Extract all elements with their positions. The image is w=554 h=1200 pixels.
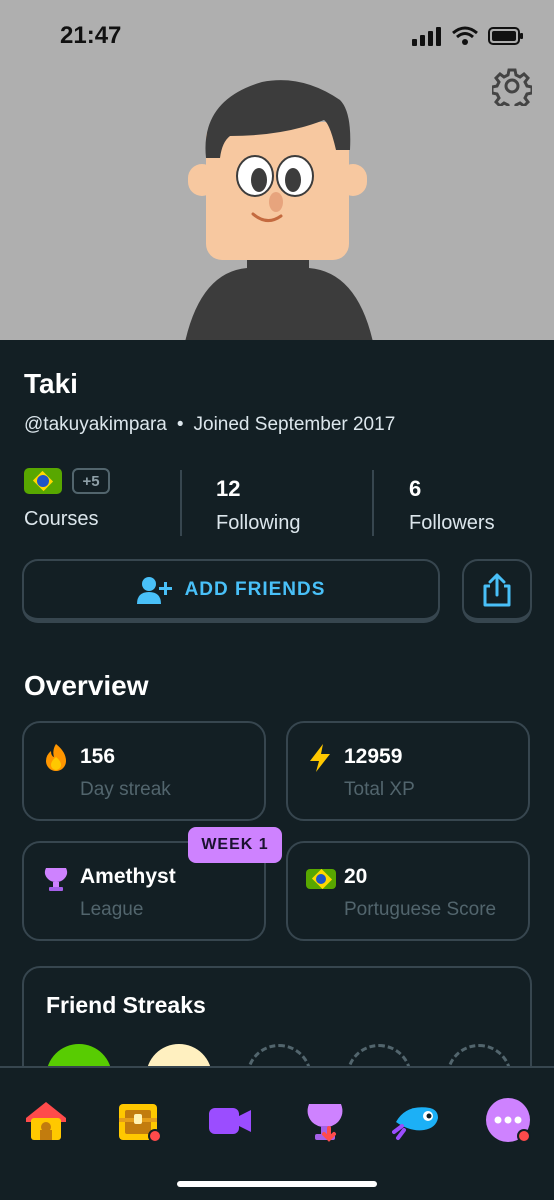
followers-label: Followers (409, 512, 495, 534)
league-icon[interactable] (301, 1096, 349, 1144)
language-score-card[interactable]: 20 Portuguese Score (286, 841, 530, 941)
lightning-icon (310, 744, 330, 772)
add-friends-button[interactable]: ADD FRIENDS (22, 559, 440, 623)
battery-icon (488, 27, 523, 45)
following-count: 12 (216, 476, 241, 501)
wifi-icon (452, 26, 478, 45)
video-icon[interactable] (206, 1096, 254, 1144)
score-label: Portuguese Score (344, 899, 497, 920)
friend-streaks-title: Friend Streaks (46, 992, 206, 1018)
bird-icon[interactable] (392, 1096, 440, 1144)
separator-dot: • (176, 414, 184, 435)
share-icon (483, 573, 511, 606)
signal-icon (412, 27, 441, 46)
stats-divider (372, 470, 374, 536)
brazil-flag-icon (24, 468, 62, 494)
streak-card[interactable]: 156 Day streak (22, 721, 266, 821)
status-time: 21:47 (60, 22, 122, 49)
chest-icon[interactable] (115, 1096, 163, 1144)
profile-meta: @takuyakimpara • Joined September 2017 (24, 414, 395, 436)
xp-card[interactable]: 12959 Total XP (286, 721, 530, 821)
league-label: League (80, 899, 144, 920)
streak-label: Day streak (80, 779, 171, 800)
home-icon[interactable] (22, 1096, 70, 1144)
followers-count: 6 (409, 476, 422, 501)
profile-handle: @takuyakimpara (24, 414, 167, 435)
following-label: Following (216, 512, 301, 534)
profile-name: Taki (24, 368, 78, 399)
avatar[interactable] (155, 80, 400, 340)
week-badge: WEEK 1 (188, 827, 282, 863)
more-icon[interactable] (484, 1096, 532, 1144)
courses-stat[interactable]: +5 Courses (24, 468, 110, 531)
xp-label: Total XP (344, 779, 415, 800)
bottom-tab-bar (0, 1066, 554, 1200)
following-stat[interactable]: 12 Following (216, 468, 300, 535)
stats-divider (180, 470, 182, 536)
share-button[interactable] (462, 559, 532, 623)
xp-value: 12959 (344, 745, 403, 768)
add-friends-label: ADD FRIENDS (184, 578, 326, 600)
brazil-flag-icon (306, 869, 336, 889)
joined-date: Joined September 2017 (193, 414, 396, 435)
add-person-icon (136, 576, 172, 604)
followers-stat[interactable]: 6 Followers (409, 468, 495, 535)
amethyst-trophy-icon (44, 868, 68, 891)
home-indicator (177, 1181, 377, 1187)
league-value: Amethyst (80, 865, 176, 888)
streak-value: 156 (80, 745, 116, 768)
status-bar: 21:47 (0, 0, 554, 74)
score-value: 20 (344, 865, 368, 888)
courses-extra-badge: +5 (72, 468, 110, 494)
flame-icon (46, 744, 66, 771)
overview-title: Overview (24, 670, 149, 701)
profile-stats: +5 Courses 12 Following 6 Followers (0, 468, 554, 540)
courses-label: Courses (24, 508, 99, 530)
